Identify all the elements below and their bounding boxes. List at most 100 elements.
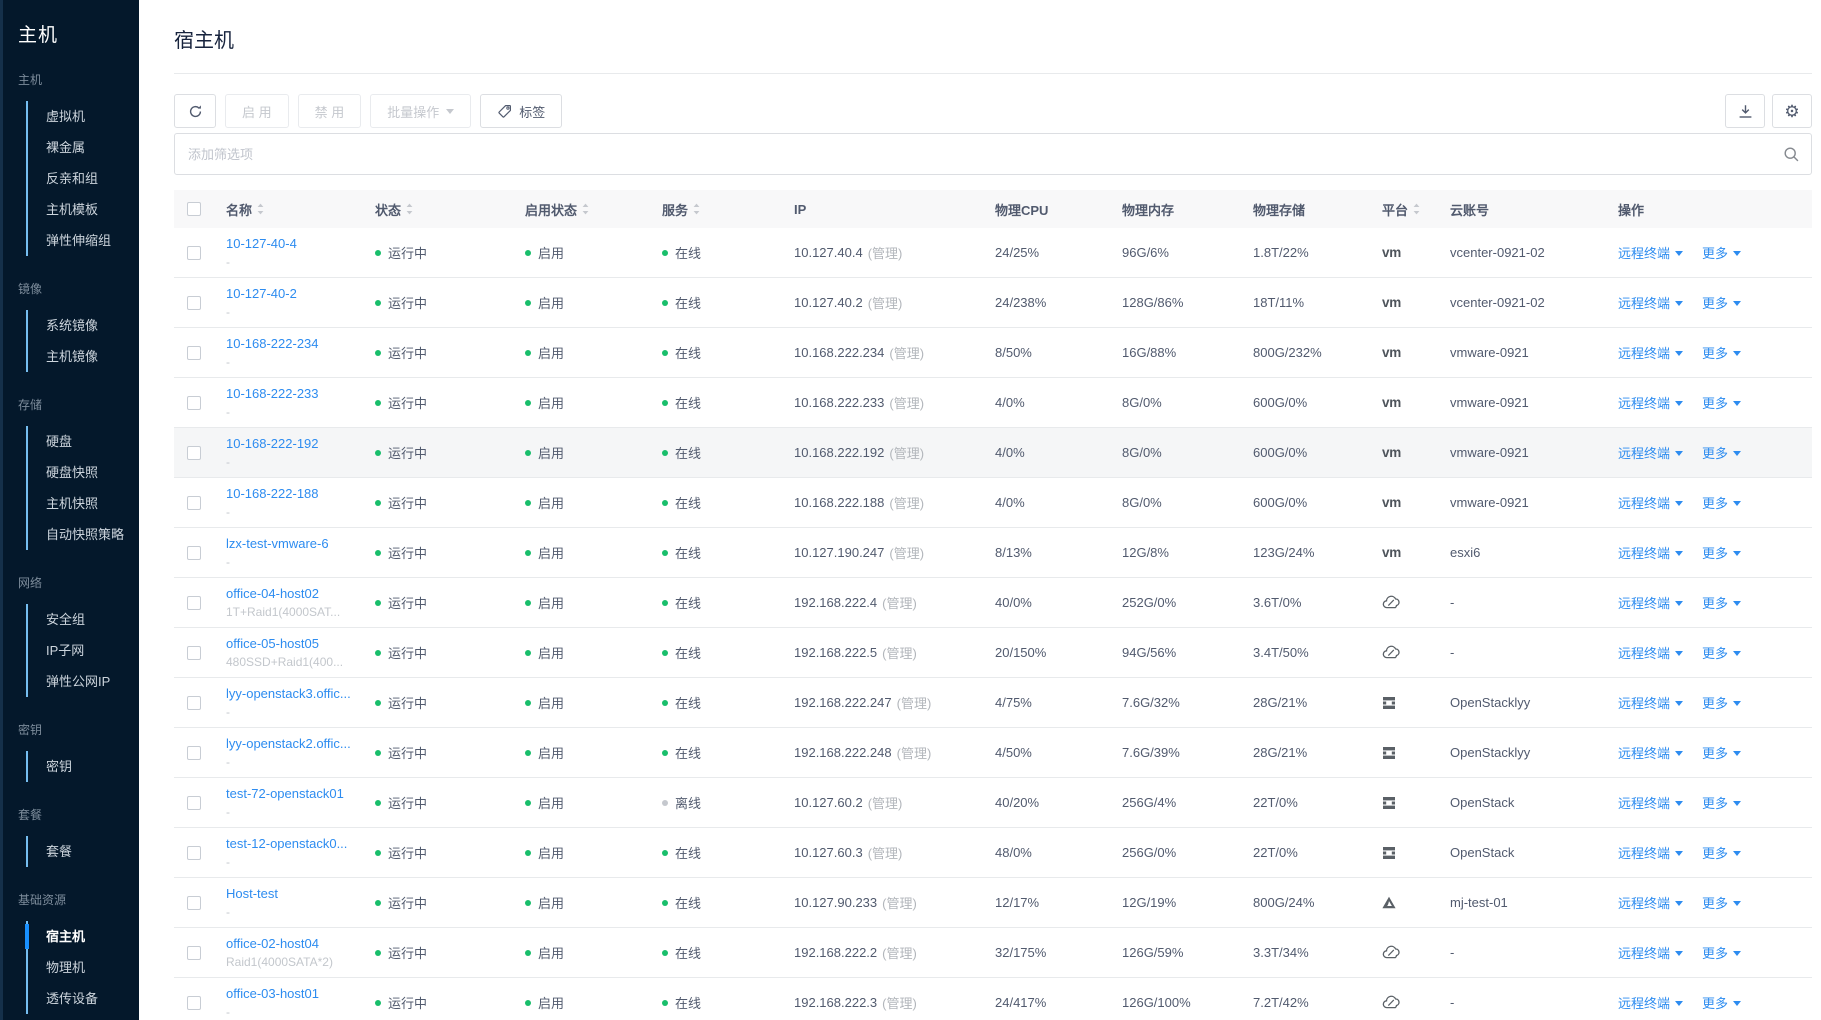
- sidebar-item[interactable]: 安全组: [28, 604, 139, 635]
- remote-terminal-link[interactable]: 远程终端: [1618, 543, 1684, 562]
- sidebar-item[interactable]: 弹性伸缩组: [28, 225, 139, 256]
- row-checkbox[interactable]: [187, 895, 201, 910]
- tag-button[interactable]: 标签: [480, 94, 563, 128]
- enable-button[interactable]: 启 用: [225, 94, 289, 128]
- host-name-link[interactable]: lyy-openstack2.offic...: [226, 735, 351, 752]
- row-checkbox[interactable]: [187, 245, 201, 260]
- sidebar-item[interactable]: 主机快照: [28, 488, 139, 519]
- host-name-link[interactable]: office-05-host05: [226, 635, 343, 652]
- remote-terminal-link[interactable]: 远程终端: [1618, 243, 1684, 262]
- export-button[interactable]: [1725, 94, 1765, 128]
- more-actions-link[interactable]: 更多: [1702, 443, 1742, 462]
- remote-terminal-link[interactable]: 远程终端: [1618, 493, 1684, 512]
- row-checkbox[interactable]: [187, 445, 201, 460]
- sort-icon[interactable]: [692, 202, 701, 216]
- remote-terminal-link[interactable]: 远程终端: [1618, 743, 1684, 762]
- remote-terminal-link[interactable]: 远程终端: [1618, 793, 1684, 812]
- more-actions-link[interactable]: 更多: [1702, 993, 1742, 1012]
- sort-icon[interactable]: [581, 202, 590, 216]
- column-header[interactable]: 启用状态: [515, 200, 652, 219]
- sort-icon[interactable]: [405, 202, 414, 216]
- filter-input[interactable]: [174, 133, 1812, 175]
- host-name-link[interactable]: test-12-openstack0...: [226, 835, 347, 852]
- remote-terminal-link[interactable]: 远程终端: [1618, 393, 1684, 412]
- column-header[interactable]: 平台: [1372, 200, 1440, 219]
- remote-terminal-link[interactable]: 远程终端: [1618, 993, 1684, 1012]
- more-actions-link[interactable]: 更多: [1702, 643, 1742, 662]
- more-actions-link[interactable]: 更多: [1702, 243, 1742, 262]
- sidebar-item[interactable]: 硬盘: [28, 426, 139, 457]
- more-actions-link[interactable]: 更多: [1702, 493, 1742, 512]
- sidebar-item[interactable]: 物理机: [28, 952, 139, 983]
- remote-terminal-link[interactable]: 远程终端: [1618, 843, 1684, 862]
- sidebar-item[interactable]: 密钥: [28, 751, 139, 782]
- settings-button[interactable]: ⚙: [1772, 94, 1812, 128]
- sidebar-item[interactable]: IP子网: [28, 635, 139, 666]
- disable-button[interactable]: 禁 用: [297, 94, 362, 128]
- remote-terminal-link[interactable]: 远程终端: [1618, 343, 1684, 362]
- more-actions-link[interactable]: 更多: [1702, 943, 1742, 962]
- row-checkbox[interactable]: [187, 745, 201, 760]
- row-checkbox[interactable]: [187, 295, 201, 310]
- sidebar-item[interactable]: 主机镜像: [28, 341, 139, 372]
- row-checkbox[interactable]: [187, 395, 201, 410]
- row-checkbox[interactable]: [187, 945, 201, 960]
- more-actions-link[interactable]: 更多: [1702, 693, 1742, 712]
- host-name-link[interactable]: 10-127-40-4: [226, 235, 297, 252]
- sidebar-item[interactable]: 反亲和组: [28, 163, 139, 194]
- row-checkbox[interactable]: [187, 795, 201, 810]
- more-actions-link[interactable]: 更多: [1702, 593, 1742, 612]
- select-all-checkbox[interactable]: [187, 202, 201, 216]
- row-checkbox[interactable]: [187, 545, 201, 560]
- remote-terminal-link[interactable]: 远程终端: [1618, 443, 1684, 462]
- sidebar-item[interactable]: 自动快照策略: [28, 519, 139, 550]
- sidebar-item[interactable]: 裸金属: [28, 132, 139, 163]
- more-actions-link[interactable]: 更多: [1702, 393, 1742, 412]
- more-actions-link[interactable]: 更多: [1702, 743, 1742, 762]
- row-checkbox[interactable]: [187, 845, 201, 860]
- host-name-link[interactable]: 10-168-222-233: [226, 385, 319, 402]
- host-name-link[interactable]: lzx-test-vmware-6: [226, 535, 329, 552]
- column-header[interactable]: 名称: [216, 200, 365, 219]
- sidebar-item[interactable]: 主机模板: [28, 194, 139, 225]
- sort-icon[interactable]: [1412, 202, 1421, 216]
- sidebar-item[interactable]: 弹性公网IP: [28, 666, 139, 697]
- sidebar-item[interactable]: 硬盘快照: [28, 457, 139, 488]
- host-name-link[interactable]: 10-168-222-192: [226, 435, 319, 452]
- remote-terminal-link[interactable]: 远程终端: [1618, 693, 1684, 712]
- row-checkbox[interactable]: [187, 645, 201, 660]
- more-actions-link[interactable]: 更多: [1702, 893, 1742, 912]
- sidebar-item[interactable]: 宿主机: [25, 921, 139, 952]
- remote-terminal-link[interactable]: 远程终端: [1618, 943, 1684, 962]
- host-name-link[interactable]: 10-127-40-2: [226, 285, 297, 302]
- row-checkbox[interactable]: [187, 695, 201, 710]
- column-header[interactable]: 服务: [652, 200, 784, 219]
- host-name-link[interactable]: office-03-host01: [226, 985, 319, 1002]
- batch-actions-button[interactable]: 批量操作: [370, 94, 472, 128]
- host-name-link[interactable]: office-02-host04: [226, 935, 333, 952]
- more-actions-link[interactable]: 更多: [1702, 543, 1742, 562]
- sidebar-item[interactable]: 虚拟机: [28, 101, 139, 132]
- remote-terminal-link[interactable]: 远程终端: [1618, 293, 1684, 312]
- sidebar-item[interactable]: 套餐: [28, 836, 139, 867]
- host-name-link[interactable]: 10-168-222-188: [226, 485, 319, 502]
- sidebar-item[interactable]: 透传设备: [28, 983, 139, 1014]
- row-checkbox[interactable]: [187, 595, 201, 610]
- refresh-button[interactable]: [174, 94, 216, 128]
- row-checkbox[interactable]: [187, 345, 201, 360]
- row-checkbox[interactable]: [187, 495, 201, 510]
- host-name-link[interactable]: Host-test: [226, 885, 278, 902]
- remote-terminal-link[interactable]: 远程终端: [1618, 893, 1684, 912]
- more-actions-link[interactable]: 更多: [1702, 793, 1742, 812]
- more-actions-link[interactable]: 更多: [1702, 343, 1742, 362]
- row-checkbox[interactable]: [187, 995, 201, 1010]
- column-header[interactable]: 状态: [365, 200, 515, 219]
- more-actions-link[interactable]: 更多: [1702, 843, 1742, 862]
- remote-terminal-link[interactable]: 远程终端: [1618, 643, 1684, 662]
- sidebar-item[interactable]: 系统镜像: [28, 310, 139, 341]
- search-icon[interactable]: [1783, 146, 1800, 163]
- host-name-link[interactable]: lyy-openstack3.offic...: [226, 685, 351, 702]
- remote-terminal-link[interactable]: 远程终端: [1618, 593, 1684, 612]
- host-name-link[interactable]: office-04-host02: [226, 585, 340, 602]
- more-actions-link[interactable]: 更多: [1702, 293, 1742, 312]
